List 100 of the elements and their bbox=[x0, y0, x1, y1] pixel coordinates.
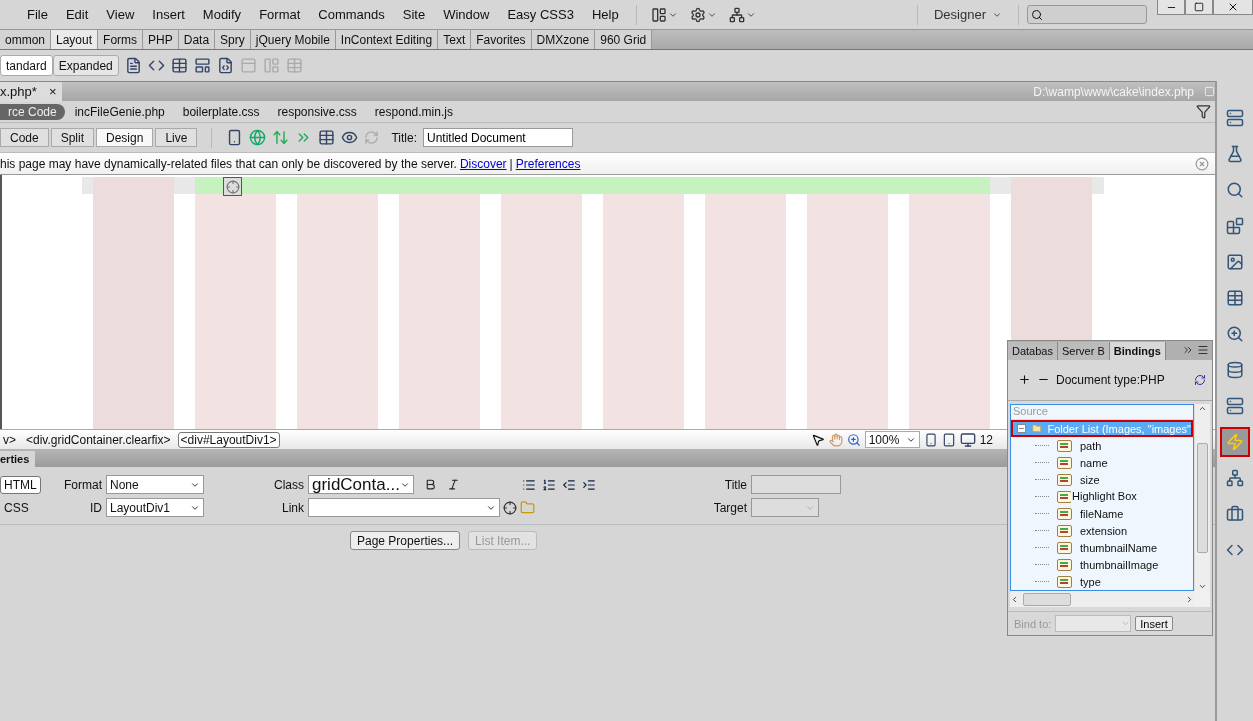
link-field[interactable] bbox=[308, 498, 500, 517]
insert-tab[interactable]: Data bbox=[178, 30, 216, 49]
id-select[interactable]: LayoutDiv1 bbox=[106, 498, 204, 517]
bold-icon[interactable] bbox=[424, 478, 437, 491]
close-icon bbox=[1227, 1, 1239, 13]
filter-icon[interactable] bbox=[1196, 104, 1211, 119]
discover-link[interactable]: Discover bbox=[459, 156, 507, 171]
panel-tab[interactable]: Bindings bbox=[1109, 341, 1166, 360]
insert-tab[interactable]: jQuery Mobile bbox=[250, 30, 336, 49]
properties-button[interactable]: Page Properties... bbox=[350, 531, 461, 550]
menu-item[interactable]: Modify bbox=[193, 7, 251, 22]
collapse-icon[interactable] bbox=[1017, 424, 1026, 434]
insert-tool-icon[interactable] bbox=[124, 57, 142, 74]
mode-button[interactable]: tandard bbox=[0, 55, 53, 76]
menu-item[interactable]: Easy CSS3 bbox=[498, 7, 583, 22]
tag-selector-item[interactable]: v> bbox=[0, 431, 19, 448]
menu-item[interactable]: Edit bbox=[56, 7, 98, 22]
class-select[interactable]: gridConta... bbox=[308, 475, 414, 494]
view-button[interactable]: Split bbox=[50, 128, 95, 147]
insert-tool-icon[interactable] bbox=[170, 57, 188, 74]
title-input[interactable]: Untitled Document bbox=[422, 128, 573, 147]
related-file[interactable]: incFileGenie.php bbox=[66, 103, 173, 120]
indent-icon[interactable] bbox=[582, 477, 596, 492]
zoom-select[interactable]: 100% bbox=[864, 431, 920, 448]
document-tab[interactable]: x.php* × bbox=[0, 81, 63, 102]
minimize-button[interactable] bbox=[1157, 0, 1185, 15]
close-icon[interactable] bbox=[1195, 156, 1209, 171]
info-message: his page may have dynamically-related files that can only be discovered by the server. bbox=[0, 156, 457, 171]
phone-size-icon[interactable] bbox=[923, 432, 938, 447]
insert-tab[interactable]: PHP bbox=[143, 30, 179, 49]
title-label: Title: bbox=[391, 130, 417, 145]
html-mode-button[interactable]: HTML bbox=[0, 475, 41, 494]
menu-item[interactable]: File bbox=[18, 7, 57, 22]
css-mode-button[interactable]: CSS bbox=[0, 498, 33, 517]
id-label: ID bbox=[89, 500, 102, 515]
field-icon bbox=[1057, 456, 1072, 469]
bullet-list-icon[interactable] bbox=[522, 477, 536, 492]
menu-item[interactable]: Site bbox=[393, 7, 435, 22]
insert-tab[interactable]: Text bbox=[438, 30, 472, 49]
insert-tab[interactable]: Forms bbox=[98, 30, 144, 49]
menu-item[interactable]: View bbox=[97, 7, 144, 22]
field-icon bbox=[1057, 507, 1072, 520]
menu-item[interactable]: Commands bbox=[309, 7, 394, 22]
insert-tab[interactable]: Spry bbox=[215, 30, 251, 49]
related-file[interactable]: respond.min.js bbox=[366, 103, 461, 120]
related-file[interactable]: rce Code bbox=[0, 103, 65, 120]
search-field[interactable] bbox=[1027, 5, 1147, 24]
link-separator: | bbox=[509, 156, 513, 171]
insert-button[interactable]: Insert bbox=[1135, 616, 1173, 632]
tablet-size-icon[interactable] bbox=[941, 432, 956, 447]
insert-tab[interactable]: InContext Editing bbox=[335, 30, 439, 49]
document-type: Document type:PHP bbox=[1056, 372, 1165, 387]
insert-tab[interactable]: Layout bbox=[51, 30, 99, 49]
format-label: Format bbox=[63, 477, 102, 492]
insert-tab[interactable]: DMXzone bbox=[531, 30, 596, 49]
insert-tab[interactable]: ommon bbox=[0, 30, 51, 49]
preview-icon[interactable] bbox=[341, 129, 359, 146]
refresh-icon[interactable] bbox=[1194, 373, 1206, 386]
panel-tab[interactable]: Server B bbox=[1058, 341, 1110, 360]
view-button[interactable]: Live bbox=[155, 128, 198, 147]
menu-item[interactable]: Help bbox=[582, 7, 628, 22]
view-button[interactable]: Code bbox=[0, 128, 49, 147]
target-label: Target bbox=[712, 500, 747, 515]
element-marker-icon[interactable] bbox=[223, 177, 242, 196]
insert-tool-icon[interactable] bbox=[193, 57, 211, 74]
workspace-switcher[interactable]: Designer bbox=[925, 7, 1010, 22]
properties-title: erties bbox=[0, 451, 36, 467]
outdent-icon[interactable] bbox=[562, 477, 576, 492]
insert-tab[interactable]: 960 Grid bbox=[595, 30, 653, 49]
insert-tool-icon[interactable] bbox=[216, 57, 234, 74]
mode-button[interactable]: Expanded bbox=[52, 55, 119, 76]
view-button[interactable]: Design bbox=[96, 128, 154, 147]
close-tab-icon[interactable]: × bbox=[48, 84, 57, 99]
maximize-button[interactable] bbox=[1185, 0, 1213, 15]
format-select[interactable]: None bbox=[106, 475, 204, 494]
zoom-icon[interactable] bbox=[846, 432, 861, 447]
panel-tab[interactable]: Databas bbox=[1008, 341, 1058, 360]
scroll-left-icon[interactable] bbox=[1010, 594, 1019, 604]
related-file[interactable]: responsive.css bbox=[269, 103, 365, 120]
close-button[interactable] bbox=[1213, 0, 1253, 15]
insert-tab[interactable]: Favorites bbox=[471, 30, 532, 49]
related-file[interactable]: boilerplate.css bbox=[174, 103, 268, 120]
panel-dock-icon[interactable] bbox=[1220, 427, 1250, 457]
italic-icon[interactable] bbox=[447, 478, 460, 491]
tag-selector-item[interactable]: <div.gridContainer.clearfix> bbox=[23, 431, 174, 448]
pointer-icon[interactable] bbox=[810, 432, 825, 447]
numbered-list-icon[interactable] bbox=[542, 477, 556, 492]
add-icon[interactable] bbox=[1018, 373, 1031, 387]
scroll-right-icon[interactable] bbox=[1185, 594, 1194, 604]
tooltip-label: Highlight Box bbox=[1071, 490, 1138, 504]
panel-menu-icon[interactable] bbox=[1197, 344, 1209, 357]
menu-item[interactable]: Insert bbox=[143, 7, 194, 22]
menu-item[interactable]: Format bbox=[250, 7, 310, 22]
desktop-size-icon[interactable] bbox=[959, 431, 976, 448]
tag-selector-item[interactable]: <div#LayoutDiv1> bbox=[177, 431, 280, 448]
menu-item[interactable]: Window bbox=[434, 7, 499, 22]
point-to-file-icon[interactable] bbox=[503, 500, 517, 515]
horizontal-scrollbar[interactable] bbox=[1010, 591, 1194, 608]
vertical-scrollbar[interactable] bbox=[1194, 404, 1210, 592]
preferences-link[interactable]: Preferences bbox=[515, 156, 581, 171]
